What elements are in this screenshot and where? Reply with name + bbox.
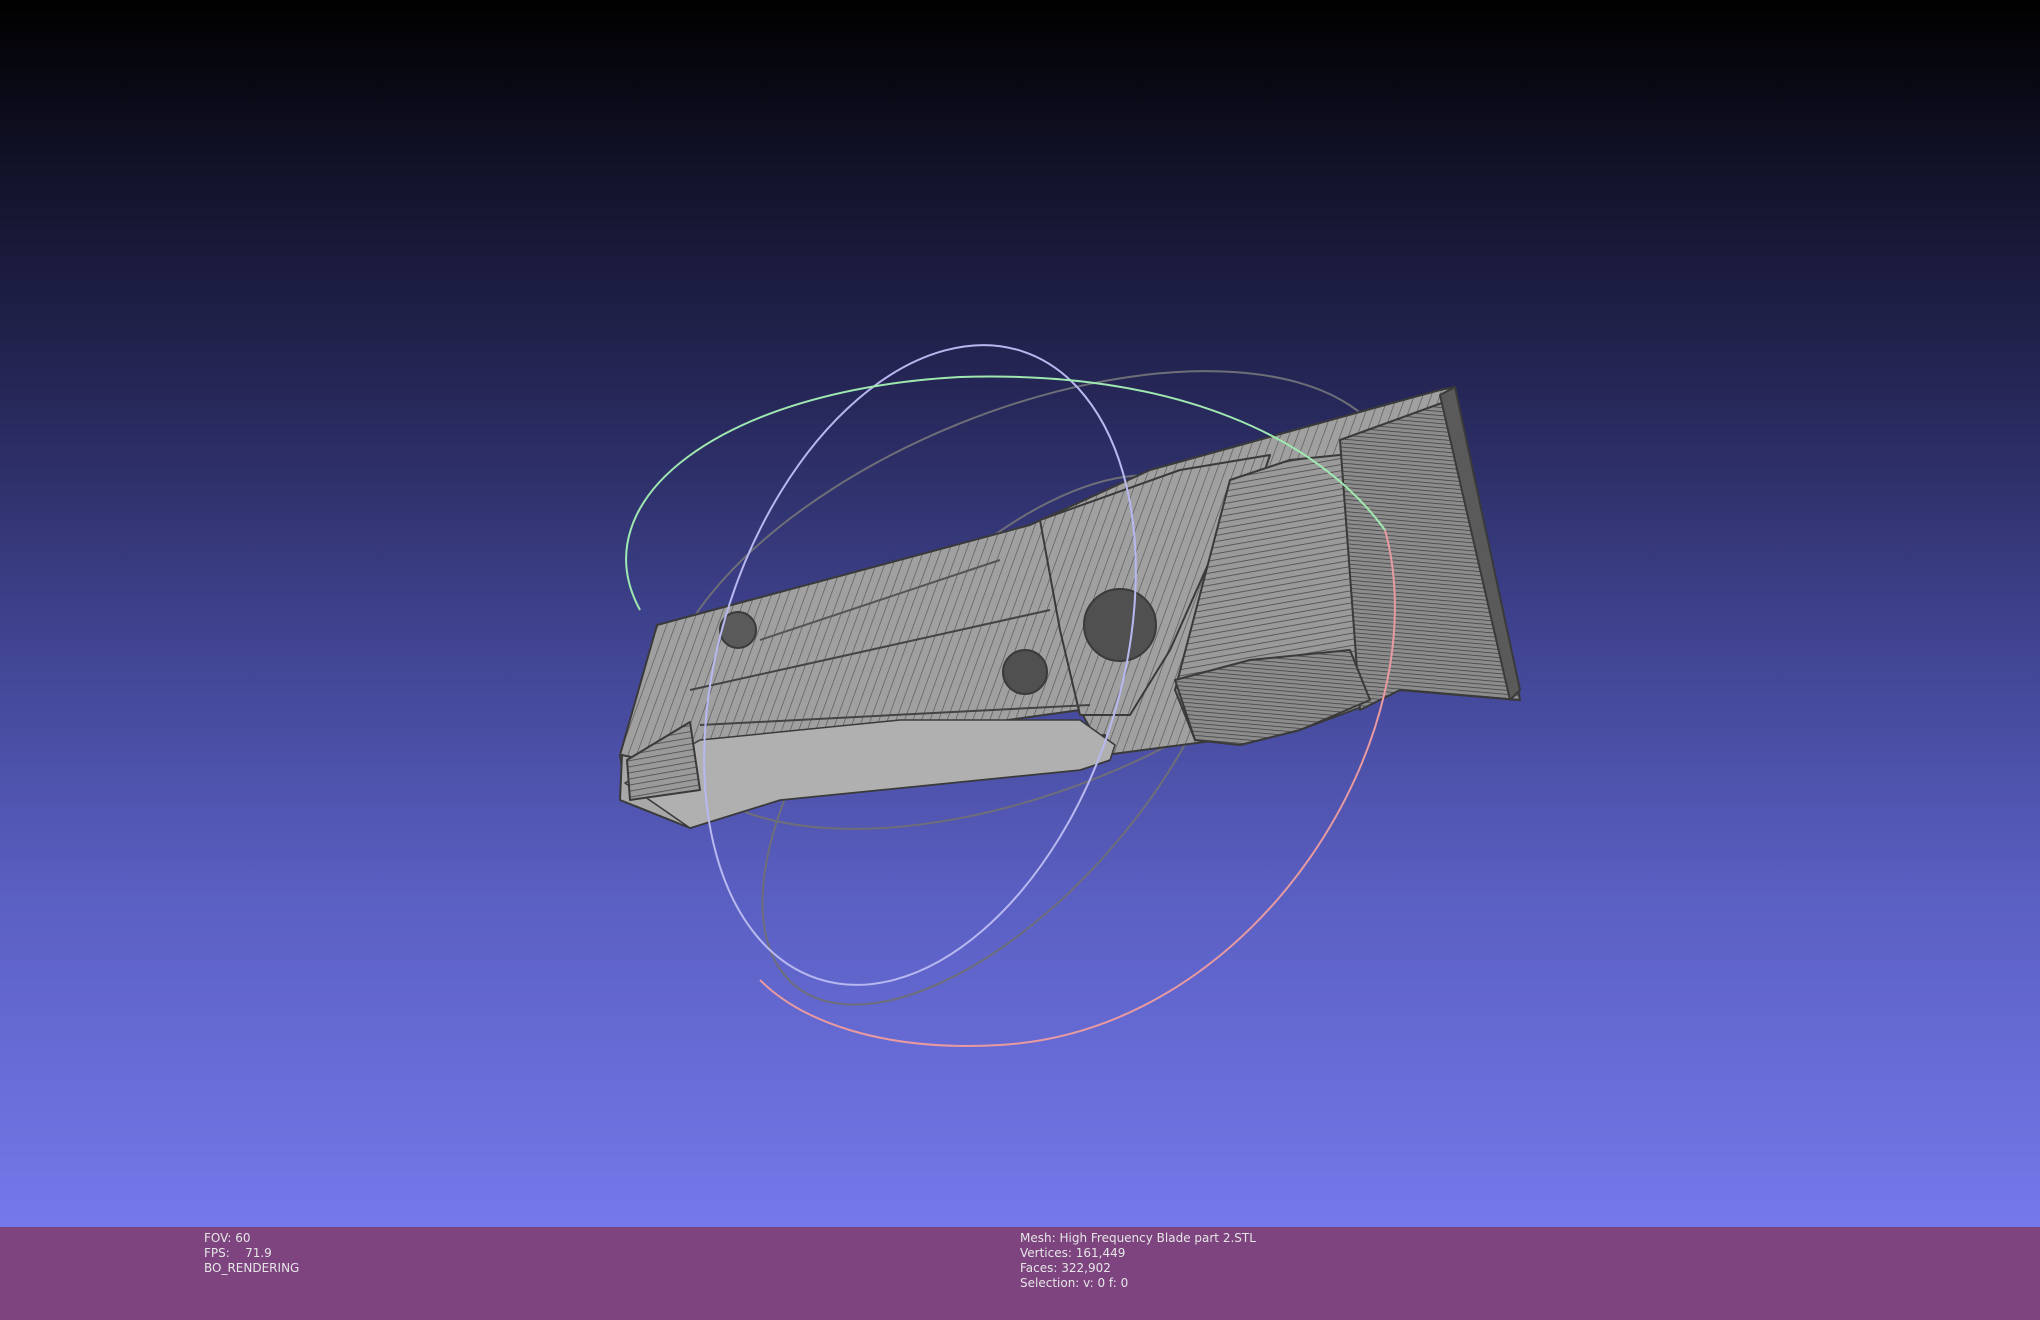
vertices-value: 161,449 bbox=[1075, 1246, 1126, 1260]
selection-line: Selection: v: 0 f: 0 bbox=[1020, 1276, 1256, 1291]
mesh-name: High Frequency Blade part 2.STL bbox=[1059, 1231, 1256, 1245]
mesh-detail-circle-2 bbox=[1002, 649, 1048, 695]
mesh-line: Mesh: High Frequency Blade part 2.STL bbox=[1020, 1231, 1256, 1246]
mesh-info: Mesh: High Frequency Blade part 2.STL Ve… bbox=[1020, 1231, 1256, 1291]
info-bar: FOV: 60 FPS: 71.9 BO_RENDERING Mesh: Hig… bbox=[0, 1227, 2040, 1320]
mesh-label: Mesh: bbox=[1020, 1231, 1056, 1245]
fov-label: FOV: bbox=[204, 1231, 232, 1245]
3d-viewport[interactable] bbox=[0, 0, 2040, 1227]
fps-label: FPS: bbox=[204, 1246, 230, 1260]
fps-line: FPS: 71.9 bbox=[204, 1246, 299, 1261]
mesh-scene[interactable] bbox=[0, 0, 2040, 1227]
faces-line: Faces: 322,902 bbox=[1020, 1261, 1256, 1276]
fov-value: 60 bbox=[235, 1231, 251, 1245]
faces-value: 322,902 bbox=[1061, 1261, 1111, 1275]
faces-label: Faces: bbox=[1020, 1261, 1058, 1275]
render-mode: BO_RENDERING bbox=[204, 1261, 300, 1275]
fps-value: 71.9 bbox=[245, 1246, 272, 1260]
mesh-detail-circle-1 bbox=[1083, 588, 1157, 662]
mesh-model bbox=[619, 386, 1521, 829]
mesh-fan-section bbox=[1339, 386, 1521, 711]
render-info: FOV: 60 FPS: 71.9 BO_RENDERING bbox=[204, 1231, 299, 1276]
vertices-label: Vertices: bbox=[1020, 1246, 1072, 1260]
fov-line: FOV: 60 bbox=[204, 1231, 299, 1246]
selection-label: Selection: bbox=[1020, 1276, 1080, 1290]
vertices-line: Vertices: 161,449 bbox=[1020, 1246, 1256, 1261]
selection-value: v: 0 f: 0 bbox=[1083, 1276, 1129, 1290]
